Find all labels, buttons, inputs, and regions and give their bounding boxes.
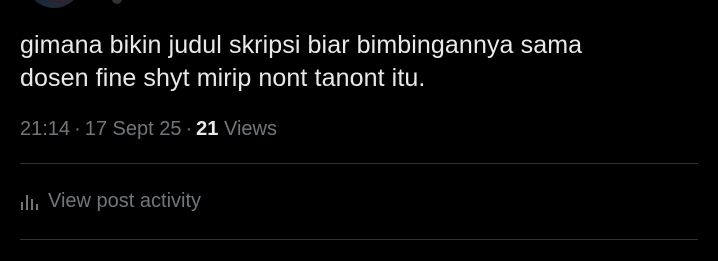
divider-top: [20, 163, 698, 164]
divider-bottom: [20, 239, 698, 240]
author-avatar-clip: [26, 0, 82, 8]
tweet-text: gimana bikin judul skripsi biar bimbinga…: [20, 29, 700, 95]
view-post-activity-button[interactable]: View post activity: [20, 188, 201, 214]
tweet-time[interactable]: 21:14: [20, 118, 70, 140]
author-indicator-dot: [112, 0, 122, 4]
meta-separator: ·: [185, 118, 193, 140]
views-label: Views: [223, 118, 277, 140]
analytics-bars-icon: [20, 192, 40, 210]
tweet-meta: 21:14 · 17 Sept 25 · 21 Views: [20, 116, 277, 142]
tweet-date[interactable]: 17 Sept 25: [85, 118, 182, 140]
avatar[interactable]: [26, 0, 82, 8]
views-count: 21: [196, 118, 219, 140]
view-post-activity-label: View post activity: [48, 190, 202, 212]
meta-separator: ·: [74, 118, 81, 140]
tweet-text-line-1: gimana bikin judul skripsi biar bimbinga…: [20, 31, 583, 59]
tweet-text-line-2: dosen fine shyt mirip nont tanont itu.: [20, 64, 426, 92]
